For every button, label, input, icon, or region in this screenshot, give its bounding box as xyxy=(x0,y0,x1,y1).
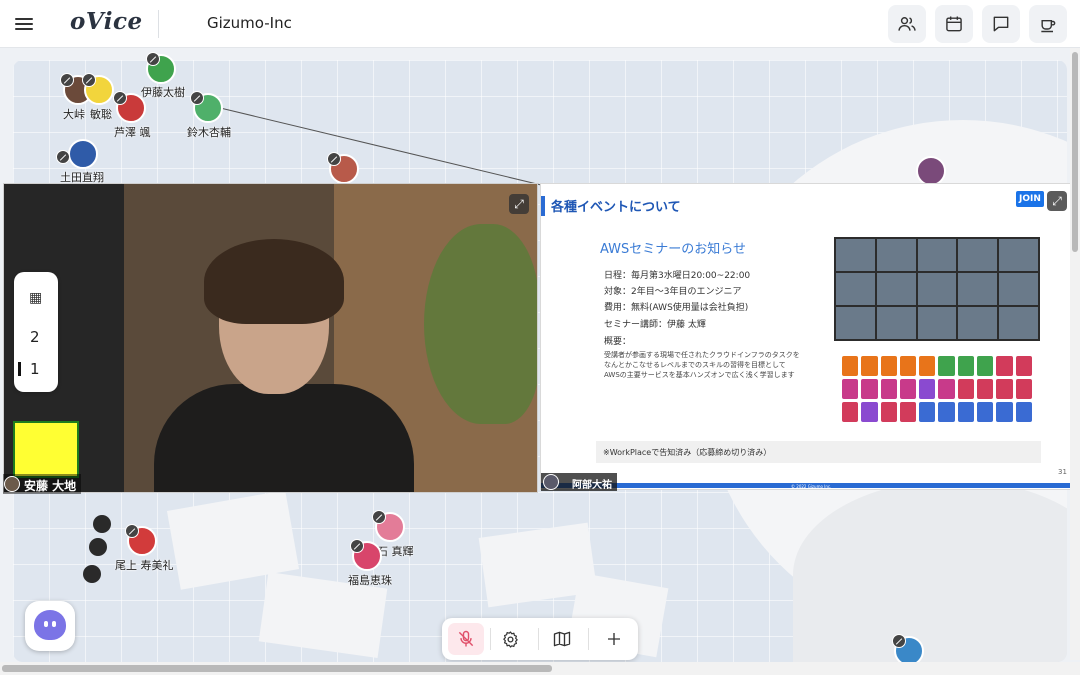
slide-copyright: © 2022 Gizumo Inc. xyxy=(791,484,832,489)
slide-heading: AWSセミナーのお知らせ xyxy=(600,242,747,257)
user-name: 敏聡 xyxy=(90,108,112,121)
avatar[interactable] xyxy=(68,139,98,169)
bottom-toolbar xyxy=(442,618,638,660)
app-logo[interactable]: oVice xyxy=(70,8,143,35)
expand-screen-button[interactable]: ⤢ xyxy=(1047,191,1067,211)
mic-off-icon xyxy=(327,152,341,166)
slide-title: 各種イベントについて xyxy=(551,200,681,215)
user-name: 芦澤 颯 xyxy=(114,126,151,139)
users-icon xyxy=(898,17,916,31)
avatar[interactable] xyxy=(916,156,946,186)
expand-icon: ⤢ xyxy=(1052,193,1062,208)
map-icon xyxy=(553,631,571,647)
plant-image xyxy=(424,224,537,424)
slide-line: セミナー講師：伊藤 太輝 xyxy=(604,320,706,330)
mic-off-icon xyxy=(146,52,160,66)
slide-summary: 受講者が参画する現場で任されたクラウドインフラのタスクを xyxy=(604,351,800,359)
mic-off-icon xyxy=(113,91,127,105)
aws-service-icons xyxy=(842,356,1032,422)
presenter-name-label: 阿部大祐 xyxy=(572,480,612,491)
mic-off-icon xyxy=(82,73,96,87)
mic-off-icon xyxy=(60,73,74,87)
assistant-chatbot-button[interactable] xyxy=(25,601,75,651)
shared-screen-slide[interactable]: 各種イベントについて AWSセミナーのお知らせ 日程：毎月第3水曜日20:00~… xyxy=(540,183,1072,490)
slide-line: 対象：2年目〜3年目のエンジニア xyxy=(604,287,742,297)
slide-line: 費用：無料(AWS使用量は会社負担) xyxy=(604,303,749,313)
hamburger-menu-icon[interactable] xyxy=(12,12,36,36)
self-avatar-thumbnail xyxy=(4,476,20,492)
slide-line: 概要： xyxy=(604,337,632,347)
users-button[interactable] xyxy=(888,5,926,43)
chatbot-face-icon xyxy=(34,610,66,640)
slide-line: 日程：毎月第3水曜日20:00~22:00 xyxy=(604,271,751,281)
floor-2-button[interactable]: 2 xyxy=(30,328,40,346)
top-bar: oVice Gizumo-Inc xyxy=(0,0,1080,48)
horizontal-scrollbar[interactable] xyxy=(0,662,1080,675)
user-name: 尾上 寿美礼 xyxy=(115,559,174,572)
person-body xyxy=(154,384,414,492)
expand-video-button[interactable]: ⤢ xyxy=(509,194,529,214)
calendar-button[interactable] xyxy=(935,5,973,43)
user-name: 鈴木杏輔 xyxy=(187,126,231,139)
chair xyxy=(83,565,101,583)
slide-summary: なんとかこなせるレベルまでのスキルの習得を目標として xyxy=(604,361,786,369)
user-name: 福島恵珠 xyxy=(348,574,392,587)
person-hair xyxy=(204,239,344,324)
scrollbar-thumb[interactable] xyxy=(2,665,552,672)
building-icon: ▦ xyxy=(29,290,43,306)
self-avatar-box[interactable] xyxy=(13,421,79,478)
mic-off-icon xyxy=(125,524,139,538)
floor-1-button[interactable]: 1 xyxy=(30,360,40,378)
camera-video[interactable] xyxy=(3,183,538,493)
chair xyxy=(93,515,111,533)
chat-icon xyxy=(993,16,1009,32)
mic-muted-icon xyxy=(458,630,474,647)
presenter-avatar xyxy=(543,474,559,490)
chair xyxy=(89,538,107,556)
mic-toggle-button[interactable] xyxy=(448,623,484,655)
expand-icon: ⤢ xyxy=(514,196,524,211)
plus-icon xyxy=(608,633,620,645)
mic-off-icon xyxy=(372,510,386,524)
scrollbar-thumb[interactable] xyxy=(1072,52,1078,252)
organization-name: Gizumo-Inc xyxy=(207,14,292,32)
user-name: 大峠 xyxy=(63,108,85,121)
slide-footer-note: ※WorkPlaceで告知済み（応募締め切り済み） xyxy=(603,448,772,457)
settings-button[interactable] xyxy=(492,623,528,655)
user-name: 伊藤太樹 xyxy=(141,86,185,99)
chat-button[interactable] xyxy=(982,5,1020,43)
mic-off-icon xyxy=(892,634,906,648)
active-floor-indicator xyxy=(18,362,21,376)
floor-switcher: ▦ 2 1 xyxy=(14,272,58,392)
mic-off-icon xyxy=(56,150,70,164)
slide-summary: AWSの主要サービスを基本ハンズオンで広く浅く学習します xyxy=(604,371,795,379)
slide-page-number: 31 xyxy=(1058,468,1067,476)
header-divider xyxy=(158,10,159,38)
calendar-icon xyxy=(946,16,962,32)
self-name-label: 安藤 大地 xyxy=(24,479,77,493)
coffee-button[interactable] xyxy=(1029,5,1067,43)
add-button[interactable] xyxy=(596,623,632,655)
vertical-scrollbar[interactable] xyxy=(1070,48,1080,660)
coffee-icon xyxy=(1041,19,1056,33)
mic-off-icon xyxy=(190,91,204,105)
join-button[interactable]: JOIN xyxy=(1016,191,1044,207)
map-button[interactable] xyxy=(544,623,580,655)
mic-off-icon xyxy=(350,539,364,553)
gear-icon xyxy=(502,630,518,648)
participants-photo-grid xyxy=(834,237,1040,341)
